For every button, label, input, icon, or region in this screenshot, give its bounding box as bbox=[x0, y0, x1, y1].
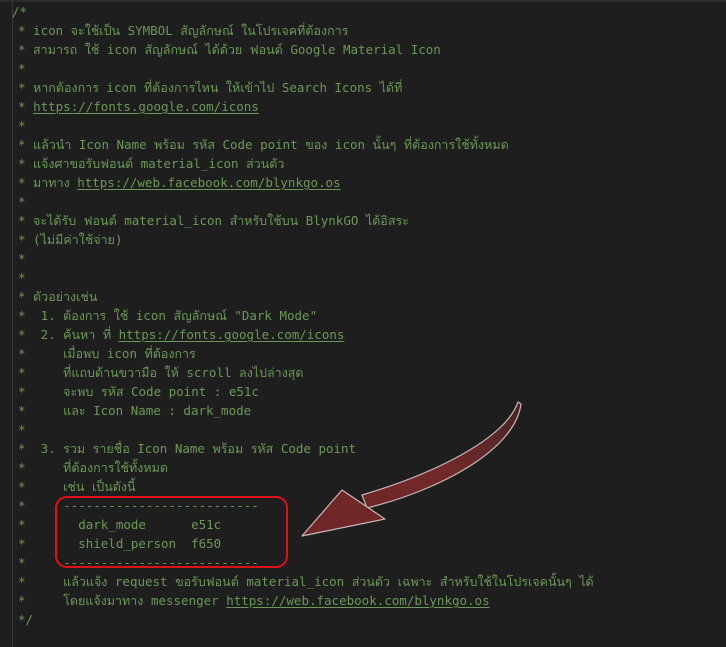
comment-link[interactable]: https://web.facebook.com/blynkgo.os bbox=[226, 593, 489, 608]
comment-text: * เมื่อพบ icon ที่ต้องการ bbox=[18, 346, 196, 361]
code-line: * หากต้องการ icon ที่ต้องการไหน ให้เข้าไ… bbox=[0, 78, 726, 97]
code-line: * -------------------------- bbox=[0, 553, 726, 572]
code-line: * โดยแจ้งมาทาง messenger https://web.fac… bbox=[0, 591, 726, 610]
comment-text: * แจ้งศาขอรับฟอนต์ material_icon ส่วนตัว bbox=[18, 156, 285, 171]
comment-text: * dark_mode e51c bbox=[18, 517, 222, 532]
code-line: * 1. ต้องการ ใช้ icon สัญลักษณ์ "Dark Mo… bbox=[0, 306, 726, 325]
code-line: * จะพบ รหัส Code point : e51c bbox=[0, 382, 726, 401]
comment-text: * bbox=[18, 422, 26, 437]
comment-text: * จะพบ รหัส Code point : e51c bbox=[18, 384, 259, 399]
code-line: * ตัวอย่างเช่น bbox=[0, 287, 726, 306]
code-line: * https://fonts.google.com/icons bbox=[0, 97, 726, 116]
code-line: * สามารถ ใช้ icon สัญลักษณ์ ได้ด้วย ฟอนต… bbox=[0, 40, 726, 59]
code-line: * ที่ต้องการใช้ทั้งหมด bbox=[0, 458, 726, 477]
code-editor[interactable]: /* * icon จะใช้เป็น SYMBOL สัญลักษณ์ ในโป… bbox=[0, 0, 726, 647]
code-line: * 3. รวม รายชื่อ Icon Name พร้อม รหัส Co… bbox=[0, 439, 726, 458]
comment-text: * bbox=[18, 251, 26, 266]
comment-text: * แล้วแจ้ง request ขอรับฟอนต์ material_i… bbox=[18, 574, 594, 589]
code-line: * แล้วแจ้ง request ขอรับฟอนต์ material_i… bbox=[0, 572, 726, 591]
comment-link[interactable]: https://web.facebook.com/blynkgo.os bbox=[77, 175, 340, 190]
code-line: * เช่น เป็นดังนี้ bbox=[0, 477, 726, 496]
comment-text: * 2. ค้นหา ที่ bbox=[18, 327, 119, 342]
code-line: * มาทาง https://web.facebook.com/blynkgo… bbox=[0, 173, 726, 192]
comment-link[interactable]: https://fonts.google.com/icons bbox=[119, 327, 345, 342]
comment-text: * 1. ต้องการ ใช้ icon สัญลักษณ์ "Dark Mo… bbox=[18, 308, 318, 323]
comment-text: * สามารถ ใช้ icon สัญลักษณ์ ได้ด้วย ฟอนต… bbox=[18, 42, 441, 57]
code-line: * bbox=[0, 420, 726, 439]
code-line: * เมื่อพบ icon ที่ต้องการ bbox=[0, 344, 726, 363]
comment-text: * ตัวอย่างเช่น bbox=[18, 289, 98, 304]
code-lines: /* * icon จะใช้เป็น SYMBOL สัญลักษณ์ ในโป… bbox=[0, 2, 726, 629]
code-line: * bbox=[0, 59, 726, 78]
code-line: */ bbox=[0, 610, 726, 629]
comment-text: */ bbox=[18, 612, 34, 627]
code-line: * จะได้รับ ฟอนต์ material_icon สำหรับใช้… bbox=[0, 211, 726, 230]
code-line: * (ไม่มีค่าใช้จ่าย) bbox=[0, 230, 726, 249]
code-line: * 2. ค้นหา ที่ https://fonts.google.com/… bbox=[0, 325, 726, 344]
comment-text: * แล้วนำ Icon Name พร้อม รหัส Code point… bbox=[18, 137, 509, 152]
comment-text: * shield_person f650 bbox=[18, 536, 222, 551]
comment-text: * โดยแจ้งมาทาง messenger bbox=[18, 593, 227, 608]
code-line: /* bbox=[0, 2, 726, 21]
comment-text: * bbox=[18, 270, 26, 285]
comment-link[interactable]: https://fonts.google.com/icons bbox=[33, 99, 259, 114]
comment-text: * และ Icon Name : dark_mode bbox=[18, 403, 252, 418]
comment-text: * เช่น เป็นดังนี้ bbox=[18, 479, 136, 494]
comment-text: * มาทาง bbox=[18, 175, 78, 190]
comment-text: * หากต้องการ icon ที่ต้องการไหน ให้เข้าไ… bbox=[18, 80, 403, 95]
comment-text: * 3. รวม รายชื่อ Icon Name พร้อม รหัส Co… bbox=[18, 441, 357, 456]
code-line: * shield_person f650 bbox=[0, 534, 726, 553]
code-line: * bbox=[0, 249, 726, 268]
comment-text: * bbox=[18, 118, 26, 133]
code-line: * -------------------------- bbox=[0, 496, 726, 515]
code-line: * แจ้งศาขอรับฟอนต์ material_icon ส่วนตัว bbox=[0, 154, 726, 173]
comment-text: * bbox=[18, 194, 26, 209]
comment-text: * -------------------------- bbox=[18, 498, 259, 513]
code-line: * และ Icon Name : dark_mode bbox=[0, 401, 726, 420]
code-line: * bbox=[0, 192, 726, 211]
comment-text: * bbox=[18, 61, 26, 76]
code-line: * dark_mode e51c bbox=[0, 515, 726, 534]
code-line: * แล้วนำ Icon Name พร้อม รหัส Code point… bbox=[0, 135, 726, 154]
code-line: * bbox=[0, 116, 726, 135]
code-line: * icon จะใช้เป็น SYMBOL สัญลักษณ์ ในโปรเ… bbox=[0, 21, 726, 40]
code-line: * bbox=[0, 268, 726, 287]
comment-text: * icon จะใช้เป็น SYMBOL สัญลักษณ์ ในโปรเ… bbox=[18, 23, 349, 38]
comment-text: * bbox=[18, 99, 34, 114]
comment-text: /* bbox=[12, 4, 28, 19]
comment-text: * ที่ต้องการใช้ทั้งหมด bbox=[18, 460, 168, 475]
comment-text: * จะได้รับ ฟอนต์ material_icon สำหรับใช้… bbox=[18, 213, 409, 228]
comment-text: * -------------------------- bbox=[18, 555, 259, 570]
code-line: * ที่แถบด้านขวามือ ให้ scroll ลงไปล่างสุ… bbox=[0, 363, 726, 382]
comment-text: * (ไม่มีค่าใช้จ่าย) bbox=[18, 232, 123, 247]
comment-text: * ที่แถบด้านขวามือ ให้ scroll ลงไปล่างสุ… bbox=[18, 365, 304, 380]
